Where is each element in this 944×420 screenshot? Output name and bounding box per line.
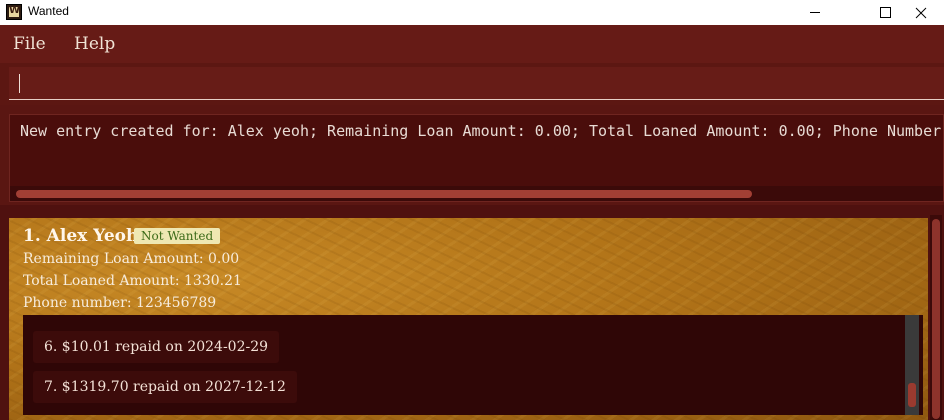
close-button[interactable] xyxy=(898,0,944,25)
command-input[interactable] xyxy=(9,67,944,100)
menu-bar: File Help xyxy=(0,25,944,63)
person-card[interactable]: 1. Alex Yeoh Not Wanted Remaining Loan A… xyxy=(9,218,928,420)
title-bar: Wanted xyxy=(0,0,944,25)
repayment-item: 7. $1319.70 repaid on 2027-12-12 xyxy=(33,371,297,403)
minimize-button[interactable] xyxy=(792,0,838,25)
person-list-panel: 1. Alex Yeoh Not Wanted Remaining Loan A… xyxy=(0,205,944,420)
person-list-scrollbar[interactable] xyxy=(930,215,942,420)
close-icon xyxy=(915,7,927,18)
maximize-icon xyxy=(879,7,891,18)
result-horizontal-scrollbar[interactable] xyxy=(10,186,943,201)
window-title: Wanted xyxy=(28,4,69,18)
person-list-scroll-thumb[interactable] xyxy=(932,219,940,419)
result-scroll-thumb[interactable] xyxy=(16,190,752,198)
text-caret xyxy=(19,74,20,93)
result-display[interactable]: New entry created for: Alex yeoh; Remain… xyxy=(9,114,944,202)
menu-help[interactable]: Help xyxy=(74,34,115,54)
menu-file[interactable]: File xyxy=(13,34,46,54)
total-loaned: Total Loaned Amount: 1330.21 xyxy=(23,273,242,289)
status-badge: Not Wanted xyxy=(134,228,221,244)
minimize-icon xyxy=(810,12,820,13)
result-message: New entry created for: Alex yeoh; Remain… xyxy=(20,122,944,140)
repayment-item: 6. $10.01 repaid on 2024-02-29 xyxy=(33,331,280,363)
phone-number: Phone number: 123456789 xyxy=(23,295,217,311)
remaining-loan: Remaining Loan Amount: 0.00 xyxy=(23,251,240,267)
repayment-scrollbar[interactable] xyxy=(905,315,919,415)
repayment-scroll-thumb[interactable] xyxy=(908,383,916,407)
result-display-area: New entry created for: Alex yeoh; Remain… xyxy=(0,105,944,205)
person-name: 1. Alex Yeoh xyxy=(23,226,139,246)
command-box-area xyxy=(0,63,944,105)
app-icon xyxy=(6,4,22,20)
repayment-list[interactable]: 6. $10.01 repaid on 2024-02-29 7. $1319.… xyxy=(23,315,923,415)
